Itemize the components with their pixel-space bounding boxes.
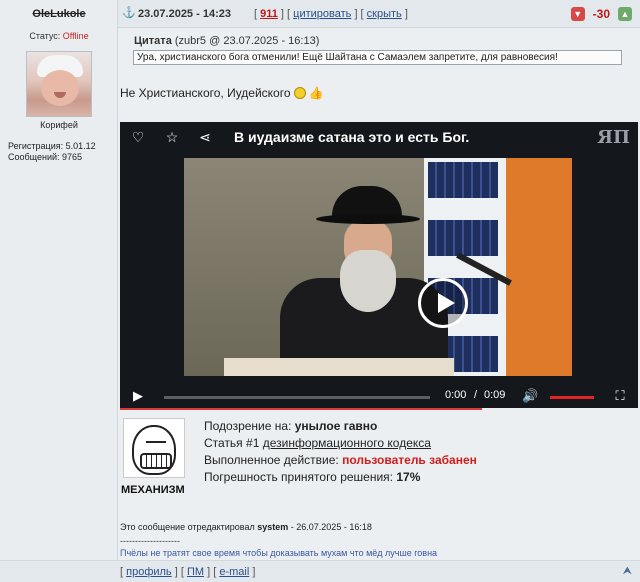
error-value: 17% [396,470,421,484]
quote-source: (zubr5 @ 23.07.2025 - 16:13) [174,35,320,47]
edited-note: Это сообщение отредактировал system - 26… [120,522,372,532]
hide-link[interactable]: скрыть [367,8,402,20]
post-footer: [ профиль ] [ ПМ ] [ e-mail ] ⮝ [0,560,640,582]
action-value: пользователь забанен [342,453,477,467]
post-actions: [ 911 ] [ цитировать ] [ скрыть ] [254,8,408,20]
article-link[interactable]: дезинформационного кодекса [263,436,431,450]
star-icon[interactable]: ☆ [164,129,180,145]
status-value: Offline [62,31,89,41]
avatar[interactable] [26,51,92,117]
volume-slider[interactable] [550,396,594,399]
time-current: 0:00 [445,389,467,401]
action-line: Выполненное действие: пользователь забан… [204,453,477,467]
quote-title: Цитата [134,35,172,47]
scroll-up-icon[interactable]: ⮝ [623,565,632,578]
video-frame[interactable] [184,158,572,376]
thumb-up-icon[interactable]: ▲ [618,7,632,21]
rating: ▼ -30 ▲ [570,5,632,23]
author-nick[interactable]: OleLukole [0,8,118,20]
footer-links: [ профиль ] [ ПМ ] [ e-mail ] [120,566,256,578]
mechanism-image [123,418,185,478]
profile-link[interactable]: профиль [126,566,172,578]
article-line: Статья #1 дезинформационного кодекса [204,436,431,450]
suspicion-value: унылое гавно [294,419,378,433]
post-content: Цитата (zubr5 @ 23.07.2025 - 16:13) Ура,… [118,28,640,560]
quote-header: Цитата (zubr5 @ 23.07.2025 - 16:13) [134,35,319,47]
author-messages: Сообщений: 9765 [8,152,83,162]
video-player[interactable]: ♡ ☆ ⋖ В иудаизме сатана это и есть Бог. … [120,122,638,408]
author-status: Статус: Offline [0,31,118,41]
mechanism-label: МЕХАНИЗМ [121,484,185,496]
thumb-down-icon[interactable]: ▼ [570,7,585,21]
play-icon[interactable]: ▶ [130,388,146,404]
video-controls: ▶ 0:00 / 0:09 🔊 ⛶ [120,385,638,408]
rating-value: -30 [592,7,610,21]
sad-smiley-icon [293,87,306,99]
time-total: 0:09 [484,389,506,401]
progress-bar[interactable] [164,396,430,399]
author-rank: Корифей [40,120,78,130]
post-datetime: 23.07.2025 - 14:23 [138,8,231,20]
anchor-icon[interactable]: ⚓ [122,7,136,19]
video-title: В иудаизме сатана это и есть Бог. [234,129,470,145]
status-label: Статус: [29,31,61,41]
play-overlay-icon[interactable] [418,278,468,328]
share-icon[interactable]: ⋖ [197,129,213,145]
volume-icon[interactable]: 🔊 [522,388,538,404]
author-panel: OleLukole Статус: Offline Корифей Регист… [0,0,118,582]
error-line: Погрешность принятого решения: 17% [204,470,421,484]
edited-user: system [257,522,289,532]
post-header: ⚓ 23.07.2025 - 14:23 [ 911 ] [ цитироват… [118,0,640,28]
thumbs-up-smiley-icon: 👍 [308,86,324,100]
heart-icon[interactable]: ♡ [130,129,146,145]
signature: Пчёлы не тратят свое время чтобы доказыв… [120,548,438,558]
video-topbar: ♡ ☆ ⋖ В иудаизме сатана это и есть Бог. … [120,122,638,152]
quote-link[interactable]: цитировать [293,8,351,20]
divider-red [120,408,482,410]
post-text: Не Христианского, Иудейского 👍 [120,86,324,100]
signature-separator: -------------------- [120,536,180,546]
post-number-link[interactable]: 911 [260,8,278,20]
ban-info: Подозрение на: унылое гавно Статья #1 де… [204,418,477,486]
fullscreen-icon[interactable]: ⛶ [612,388,628,404]
suspicion-line: Подозрение на: унылое гавно [204,419,378,433]
pm-link[interactable]: ПМ [187,566,204,578]
post-text-body: Не Христианского, Иудейского [120,86,291,100]
email-link[interactable]: e-mail [219,566,249,578]
site-logo: ЯП [597,127,630,148]
author-registration: Регистрация: 5.01.12 [8,141,96,151]
time-separator: / [474,389,478,401]
quote-text: Ура, христианского бога отменили! Ещё Ша… [133,50,622,65]
